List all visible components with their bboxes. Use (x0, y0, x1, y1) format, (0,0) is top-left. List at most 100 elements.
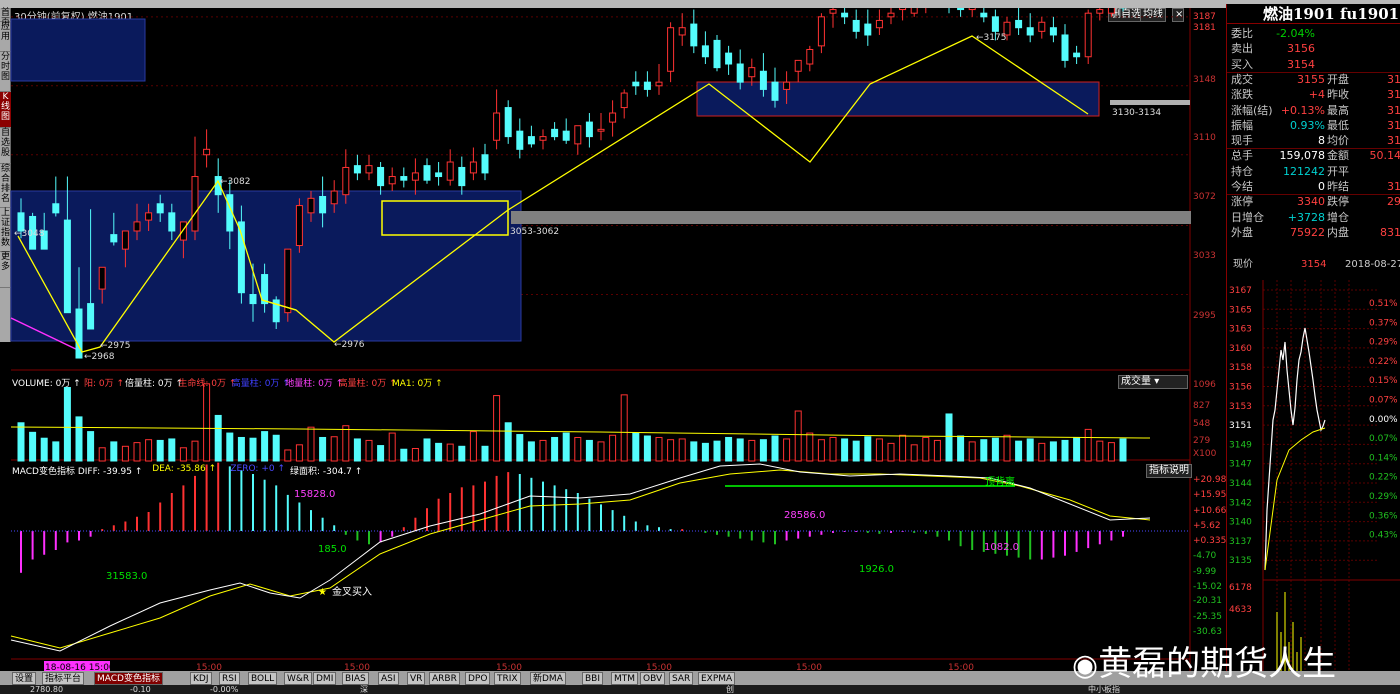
volume-bar (922, 436, 930, 462)
indicator-header-item: MACD变色指标 DIFF: -39.95 ↑ (12, 467, 143, 477)
indicator-header-item: 生命线: 0万 ↑ (178, 379, 237, 389)
tab-ARBR[interactable]: ARBR (429, 672, 460, 685)
candle (365, 154, 373, 181)
tab-新DMA[interactable]: 新DMA (530, 672, 566, 685)
volume-bar (725, 436, 733, 462)
volume-bar (783, 438, 791, 462)
volume-dropdown[interactable]: 成交量 ▾ (1118, 375, 1188, 389)
status-item: 创 (726, 685, 734, 694)
quote-label: 金额 (1327, 149, 1349, 163)
quote-row: 涨幅(结) +0.13% 最高 31 (1227, 103, 1400, 118)
mini-price-tick: 3151 (1229, 421, 1252, 431)
tab-设置[interactable]: 设置 (12, 672, 37, 685)
candle (203, 129, 211, 168)
price-label-3175: ←3175 (976, 33, 1006, 43)
tab-BBI[interactable]: BBI (582, 672, 604, 685)
volume-bar (319, 436, 327, 462)
status-item: -0.10 (130, 685, 151, 694)
candle (504, 100, 512, 144)
candle (435, 162, 443, 186)
quote-label: 跌停 (1327, 195, 1349, 209)
mini-pct-tick: 0.43% (1369, 531, 1398, 541)
tab-BIAS[interactable]: BIAS (342, 672, 369, 685)
volume-bar (516, 434, 524, 462)
candle-body (783, 81, 791, 90)
candle-body (110, 234, 118, 243)
volume-bar (1061, 439, 1069, 462)
volume-bar (203, 383, 211, 462)
candle (887, 8, 895, 25)
candle-body (121, 230, 129, 250)
volume-bar (400, 448, 408, 462)
candle-body (423, 165, 431, 181)
quote-value: 31 (1387, 72, 1400, 86)
volume-bar (1026, 438, 1034, 462)
trade-row: 现价 3154 2018-08-27 (1233, 259, 1400, 270)
volume-bar (1119, 438, 1127, 462)
candle-body (678, 27, 686, 36)
volume-bar (841, 438, 849, 462)
price-axis-tick: 3033 (1193, 251, 1216, 261)
volume-axis-tick: 279 (1193, 436, 1210, 446)
volume-bar (1003, 434, 1011, 462)
volume-bar (156, 439, 164, 462)
quote-value: 0 (1318, 180, 1325, 193)
diff-line (10, 463, 1151, 652)
macd-axis-tick: +10.66 (1193, 506, 1226, 516)
divergence-label: 顶背离 (985, 475, 1015, 488)
candle-body (713, 39, 721, 69)
tab-KDJ[interactable]: KDJ (190, 672, 212, 685)
candle (353, 154, 361, 181)
candle-body (527, 136, 535, 145)
candle-body (551, 128, 559, 138)
indicator-header-item: DEA: -35.86 ↑ (152, 464, 217, 474)
candle-body (63, 219, 71, 314)
candle (980, 8, 988, 23)
volume-bar (133, 442, 141, 462)
volume-bar (237, 436, 245, 462)
volume-bar (110, 441, 118, 462)
candle-body (133, 221, 141, 232)
indicator-header-item: VOLUME: 0万 ↑ (12, 379, 81, 389)
tab-OBV[interactable]: OBV (640, 672, 666, 685)
tab-指标平台[interactable]: 指标平台 (42, 672, 85, 685)
support-band-2 (1110, 100, 1190, 105)
quote-row: 外盘 75922 内盘 831 (1227, 225, 1400, 240)
kline-chart: ←3048 ←3082 ←2975←2968 ←2976 ←3175 3053-3062 3… (10, 8, 1226, 676)
candle (690, 9, 698, 54)
tab-W&R[interactable]: W&R (284, 672, 313, 685)
mini-vol-tick: 6178 (1229, 583, 1252, 593)
tab-RSI[interactable]: RSI (219, 672, 240, 685)
candle (295, 198, 303, 253)
tab-EXPMA[interactable]: EXPMA (698, 672, 736, 685)
price-axis-tick: 2995 (1193, 311, 1216, 321)
status-item: 中小板指 (1088, 685, 1120, 694)
tab-MTM[interactable]: MTM (611, 672, 639, 685)
tab-TRIX[interactable]: TRIX (494, 672, 521, 685)
volume-bar (191, 440, 199, 462)
candle-body (295, 205, 303, 247)
indicator-help-button[interactable]: 指标说明 (1146, 464, 1192, 478)
volume-bar (179, 447, 187, 462)
tab-VR[interactable]: VR (407, 672, 426, 685)
candle (574, 125, 582, 155)
indicator-header-item: 绿面积: -304.7 ↑ (290, 467, 363, 477)
mini-pct-tick: 0.36% (1369, 511, 1398, 521)
tab-SAR[interactable]: SAR (669, 672, 694, 685)
quote-row: 总手 159,078 金额 50.14 (1227, 148, 1400, 163)
candle (1049, 16, 1057, 43)
quote-label: 卖出 (1231, 42, 1253, 56)
candle (620, 89, 628, 119)
tab-ASI[interactable]: ASI (378, 672, 399, 685)
volume-ma-line (10, 426, 1151, 439)
candle-body (655, 81, 663, 87)
quote-value: +4 (1308, 88, 1325, 102)
tab-MACD变色指标[interactable]: MACD变色指标 (94, 672, 163, 685)
tab-DPO[interactable]: DPO (465, 672, 491, 685)
candle (400, 167, 408, 188)
volume-bar (226, 432, 234, 462)
macd-axis-tick: -4.70 (1193, 551, 1217, 561)
tab-DMI[interactable]: DMI (313, 672, 337, 685)
tab-BOLL[interactable]: BOLL (248, 672, 278, 685)
volume-bar (75, 416, 83, 462)
